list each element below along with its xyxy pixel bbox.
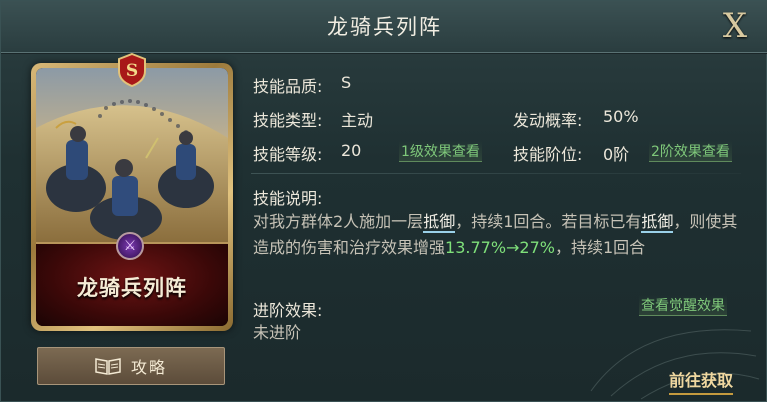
boost-value: 13.77%→27% (445, 238, 555, 257)
guide-label: 攻略 (130, 358, 167, 377)
title-bar: 龙骑兵列阵 X (1, 1, 767, 53)
desc-text-4: ，持续1回合 (555, 238, 646, 257)
panel-title: 龙骑兵列阵 (327, 15, 442, 39)
advance-value: 未进阶 (253, 323, 302, 342)
cavalry-artwork (36, 68, 228, 244)
stage2-effect-link[interactable]: 2阶效果查看 (649, 141, 732, 162)
stage-label: 技能阶位: (513, 145, 583, 164)
book-icon (95, 358, 121, 375)
level-value: 20 (341, 141, 362, 160)
desc-text-1: 对我方群体2人施加一层 (253, 212, 424, 231)
skill-type-icon: ⚔ (116, 232, 144, 260)
divider (251, 173, 741, 174)
trigger-value: 50% (603, 107, 639, 126)
quality-value: S (341, 73, 352, 92)
quality-label: 技能品质: (253, 77, 323, 96)
keyword-resist[interactable]: 抵御 (641, 212, 674, 233)
skill-description: 对我方群体2人施加一层抵御，持续1回合。若目标已有抵御，则使其造成的伤害和治疗效… (253, 209, 743, 261)
level-label: 技能等级: (253, 145, 323, 164)
advance-label: 进阶效果: (253, 301, 323, 320)
type-label: 技能类型: (253, 111, 323, 130)
stage-value: 0阶 (603, 145, 630, 164)
guide-button[interactable]: 攻略 (37, 347, 225, 385)
skill-card: ⚔ 龙骑兵列阵 S (31, 52, 233, 331)
goto-obtain-link[interactable]: 前往获取 (669, 367, 734, 395)
trigger-label: 发动概率: (513, 111, 583, 130)
type-value: 主动 (341, 111, 374, 130)
skill-detail-panel: 龙骑兵列阵 X ⚔ 龙骑兵列阵 S 攻略 技能品质: S 技能类型: 主动 发动… (0, 0, 767, 402)
card-name-banner: ⚔ 龙骑兵列阵 (36, 232, 228, 326)
grade-badge: S (117, 52, 147, 88)
level1-effect-link[interactable]: 1级效果查看 (399, 141, 482, 162)
close-button[interactable]: X (718, 7, 752, 45)
grade-badge-letter: S (126, 61, 138, 81)
keyword-resist[interactable]: 抵御 (423, 212, 456, 233)
card-name: 龙骑兵列阵 (77, 276, 187, 300)
desc-label: 技能说明: (253, 189, 323, 208)
desc-text-2: ，持续1回合。若目标已有 (455, 212, 642, 231)
